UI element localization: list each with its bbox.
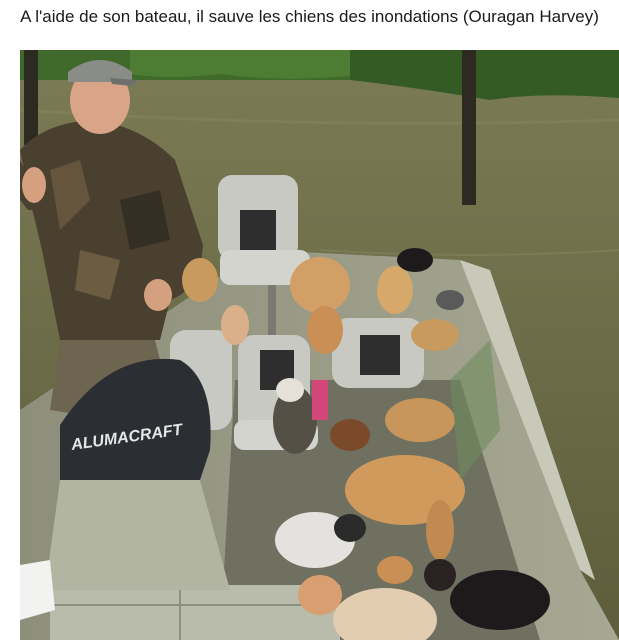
flood-rescue-photo: ALUMACRAFT [20, 50, 619, 640]
left-post [24, 50, 38, 145]
right-post [462, 50, 476, 205]
white-bag [20, 560, 55, 620]
photo-caption: A l'aide de son bateau, il sauve les chi… [20, 7, 599, 26]
